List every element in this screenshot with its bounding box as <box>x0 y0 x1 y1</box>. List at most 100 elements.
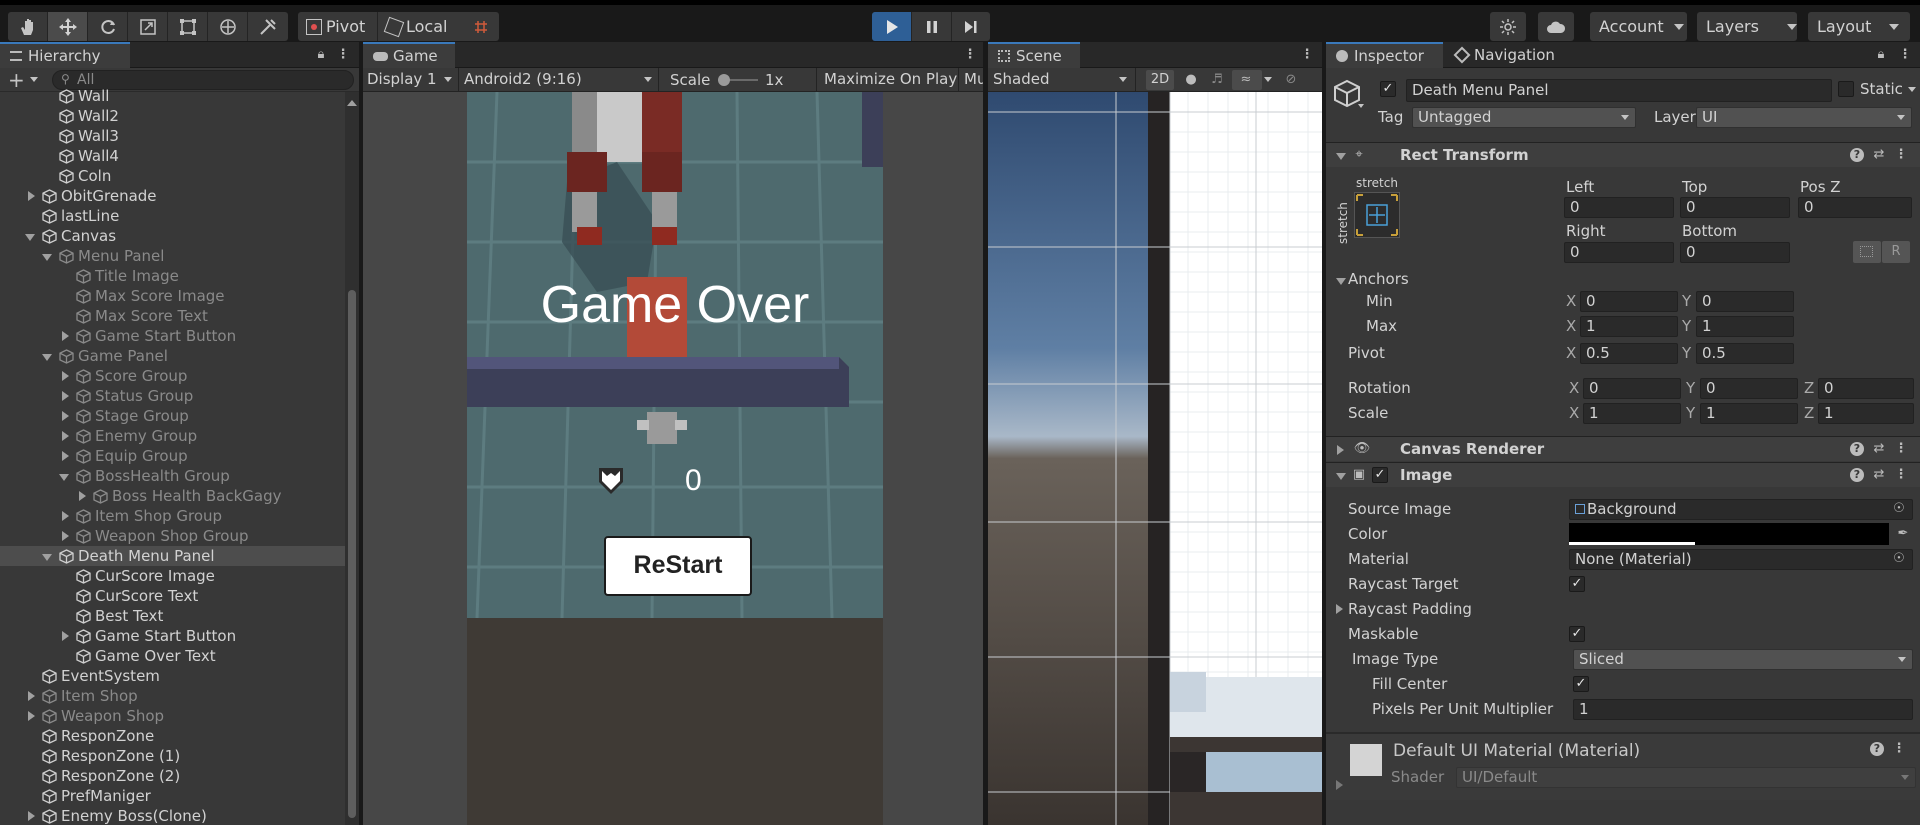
maskable-checkbox[interactable]: ✓ <box>1569 626 1585 642</box>
layer-dropdown[interactable]: UI <box>1696 107 1912 128</box>
chevron-down-icon[interactable] <box>1908 87 1916 92</box>
hierarchy-item[interactable]: Canvas <box>0 226 345 246</box>
color-swatch[interactable] <box>1569 523 1889 545</box>
transform-tool-icon[interactable] <box>208 12 248 41</box>
hierarchy-item[interactable]: Weapon Shop <box>0 706 345 726</box>
preset-icon[interactable]: ⇄ <box>1872 468 1886 482</box>
expand-arrow-icon[interactable] <box>62 331 69 341</box>
hierarchy-item[interactable]: Item Shop Group <box>0 506 345 526</box>
hierarchy-item[interactable]: ResponZone <box>0 726 345 746</box>
help-icon[interactable]: ? <box>1850 148 1864 162</box>
hierarchy-item[interactable]: Title Image <box>0 266 345 286</box>
scale-x-field[interactable]: 1 <box>1583 403 1681 424</box>
hierarchy-item[interactable]: Equip Group <box>0 446 345 466</box>
hierarchy-item[interactable]: EventSystem <box>0 666 345 686</box>
effects-button[interactable]: ≈ <box>1232 70 1262 90</box>
rect-transform-header[interactable]: ⌖ Rect Transform ? ⇄ ⋮ <box>1326 142 1920 167</box>
services-button[interactable] <box>1490 12 1526 41</box>
hierarchy-item[interactable]: Death Menu Panel <box>0 546 345 566</box>
hierarchy-item[interactable]: Weapon Shop Group <box>0 526 345 546</box>
kebab-menu-icon[interactable]: ⋮ <box>1892 742 1906 756</box>
expand-arrow-icon[interactable] <box>62 411 69 421</box>
scale-y-field[interactable]: 1 <box>1700 403 1798 424</box>
raw-edit-button[interactable]: R <box>1882 241 1910 263</box>
hierarchy-item[interactable]: ObitGrenade <box>0 186 345 206</box>
scale-z-field[interactable]: 1 <box>1818 403 1914 424</box>
hierarchy-item[interactable]: Game Over Text <box>0 646 345 666</box>
kebab-menu-icon[interactable]: ⋮ <box>336 48 350 62</box>
hierarchy-item[interactable]: Boss Health BackGagy <box>0 486 345 506</box>
expand-arrow-icon[interactable] <box>62 511 69 521</box>
fill-center-checkbox[interactable]: ✓ <box>1573 676 1589 692</box>
hierarchy-item[interactable]: lastLine <box>0 206 345 226</box>
help-icon[interactable]: ? <box>1850 442 1864 456</box>
display-dropdown[interactable]: Display 1 <box>363 68 459 92</box>
chevron-down-icon[interactable] <box>1264 77 1272 82</box>
tab-inspector[interactable]: Inspector <box>1326 42 1443 68</box>
lock-icon[interactable]: 🔒︎ <box>1874 48 1888 62</box>
collapse-arrow-icon[interactable] <box>59 474 69 481</box>
pivot-x-field[interactable]: 0.5 <box>1580 343 1678 364</box>
pause-button[interactable] <box>912 12 952 41</box>
pivot-toggle[interactable]: Pivot <box>298 12 378 41</box>
tag-dropdown[interactable]: Untagged <box>1412 107 1636 128</box>
cloud-button[interactable] <box>1538 12 1574 41</box>
layers-dropdown[interactable]: Layers <box>1697 12 1797 41</box>
rotation-y-field[interactable]: 0 <box>1700 378 1798 399</box>
anchor-max-x-field[interactable]: 1 <box>1580 316 1678 337</box>
expand-arrow-icon[interactable] <box>62 431 69 441</box>
scale-slider-handle[interactable] <box>718 74 730 86</box>
2d-toggle-button[interactable]: 2D <box>1146 70 1174 90</box>
hierarchy-item[interactable]: Game Start Button <box>0 326 345 346</box>
material-field[interactable]: None (Material) ☉ <box>1569 549 1913 570</box>
object-picker-icon[interactable]: ☉ <box>1892 552 1906 566</box>
anchor-presets-button[interactable] <box>1354 192 1400 238</box>
chevron-down-icon[interactable] <box>1358 104 1364 108</box>
hierarchy-item[interactable]: CurScore Text <box>0 586 345 606</box>
top-field[interactable]: 0 <box>1680 197 1790 218</box>
shading-mode-dropdown[interactable]: Shaded <box>988 68 1136 92</box>
scale-slider[interactable] <box>718 74 758 86</box>
hierarchy-scrollbar[interactable] <box>345 92 359 825</box>
step-button[interactable] <box>952 12 990 41</box>
right-field[interactable]: 0 <box>1564 242 1674 263</box>
anchor-min-x-field[interactable]: 0 <box>1580 291 1678 312</box>
kebab-menu-icon[interactable]: ⋮ <box>1894 468 1908 482</box>
hierarchy-item[interactable]: Wall2 <box>0 106 345 126</box>
expand-arrow-icon[interactable] <box>62 451 69 461</box>
expand-arrow-icon[interactable] <box>79 491 86 501</box>
tab-scene[interactable]: Scene <box>988 42 1080 68</box>
image-enabled-checkbox[interactable]: ✓ <box>1372 467 1388 483</box>
collapse-arrow-icon[interactable] <box>42 254 52 261</box>
lock-icon[interactable]: 🔒︎ <box>314 48 328 62</box>
left-field[interactable]: 0 <box>1564 197 1674 218</box>
scrollbar-thumb[interactable] <box>348 290 356 818</box>
expand-arrow-icon[interactable] <box>62 631 69 641</box>
kebab-menu-icon[interactable]: ⋮ <box>1894 442 1908 456</box>
collapse-arrow-icon[interactable] <box>25 234 35 241</box>
posz-field[interactable]: 0 <box>1798 197 1912 218</box>
kebab-menu-icon[interactable]: ⋮ <box>1300 48 1314 62</box>
move-tool-icon[interactable] <box>48 12 88 41</box>
hierarchy-item[interactable]: Wall3 <box>0 126 345 146</box>
hierarchy-item[interactable]: Stage Group <box>0 406 345 426</box>
collapse-arrow-icon[interactable] <box>42 554 52 561</box>
tab-navigation[interactable]: Navigation <box>1446 42 1576 68</box>
hierarchy-item[interactable]: Game Start Button <box>0 626 345 646</box>
restart-button[interactable]: ReStart <box>604 536 752 596</box>
image-component-header[interactable]: ▣ ✓ Image ? ⇄ ⋮ <box>1326 462 1920 487</box>
account-dropdown[interactable]: Account <box>1590 12 1687 41</box>
rotation-x-field[interactable]: 0 <box>1583 378 1681 399</box>
rect-tool-icon[interactable] <box>168 12 208 41</box>
pivot-y-field[interactable]: 0.5 <box>1696 343 1794 364</box>
grid-snap-button[interactable] <box>463 12 499 41</box>
collapse-arrow-icon[interactable] <box>1336 278 1346 285</box>
resolution-dropdown[interactable]: Android2 (9:16) <box>460 68 659 92</box>
maximize-on-play-toggle[interactable]: Maximize On Play <box>817 68 959 92</box>
expand-arrow-icon[interactable] <box>62 531 69 541</box>
hierarchy-item[interactable]: Max Score Image <box>0 286 345 306</box>
expand-arrow-icon[interactable] <box>28 191 35 201</box>
tab-hierarchy[interactable]: Hierarchy <box>0 42 130 68</box>
canvas-renderer-header[interactable]: 👁︎ Canvas Renderer ? ⇄ ⋮ <box>1326 436 1920 461</box>
static-checkbox[interactable] <box>1838 81 1854 97</box>
